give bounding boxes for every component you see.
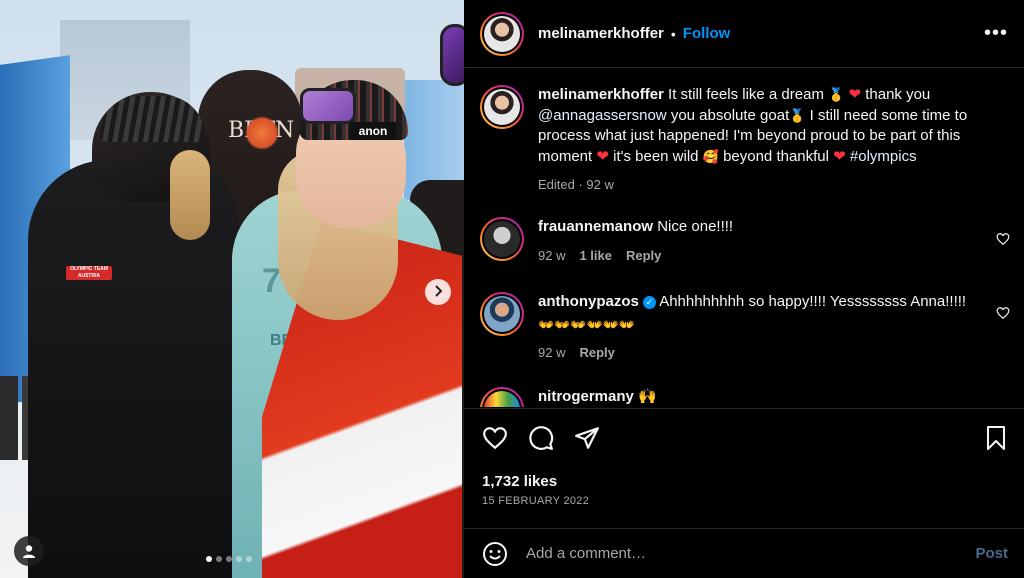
carousel-dot — [216, 556, 222, 562]
verified-badge-icon: ✓ — [642, 296, 656, 309]
caption-avatar[interactable] — [480, 85, 524, 129]
comment-time: 92 w — [538, 345, 566, 360]
heart-emoji: ❤ — [833, 147, 846, 165]
caption: melinamerkhoffer It still feels like a d… — [480, 85, 988, 196]
caption-part: thank you — [865, 86, 931, 103]
comment-emoji-line: 👐👐👐👐👐👐 — [538, 316, 636, 332]
post-actions: 1,732 likes 15 FEBRUARY 2022 — [464, 408, 1024, 530]
goggle-brand: anon — [350, 122, 396, 140]
mention-link[interactable]: @annagassersnow — [538, 107, 667, 124]
chevron-right-icon — [435, 285, 443, 297]
post-photo[interactable]: BRTN OLYMPIC TEAM AUSTRIA 7 BEIJING 2022… — [0, 0, 464, 578]
commenter-avatar[interactable] — [480, 292, 524, 336]
more-options-icon[interactable]: ••• — [984, 22, 1008, 45]
caption-part: it's been wild — [613, 147, 699, 165]
carousel-dot — [206, 556, 212, 562]
commenter-username[interactable]: anthonypazos — [538, 293, 639, 310]
commenter-avatar[interactable] — [480, 387, 524, 407]
comment-text: nitrogermany 🙌 — [538, 387, 988, 407]
comment-likes[interactable]: 1 like — [579, 246, 612, 267]
author-avatar[interactable] — [480, 11, 524, 56]
comment-text: frauannemanow Nice one!!!! 92 w 1 like R… — [538, 217, 988, 266]
carousel-indicator — [206, 556, 252, 562]
comment-text: anthonypazos ✓ Ahhhhhhhhh so happy!!!! Ye… — [538, 292, 988, 364]
carousel-dot — [236, 556, 242, 562]
commenter-username[interactable]: frauannemanow — [538, 218, 653, 235]
caption-time: Edited · 92 w — [538, 177, 614, 192]
comment-item: frauannemanow Nice one!!!! 92 w 1 like R… — [480, 217, 988, 266]
caption-username[interactable]: melinamerkhoffer — [538, 86, 664, 103]
add-comment-bar: Post — [464, 528, 1024, 578]
carousel-dot — [226, 556, 232, 562]
post-header: melinamerkhoffer • Follow ••• — [464, 0, 1024, 68]
separator-dot: • — [670, 25, 676, 42]
comment-item: anthonypazos ✓ Ahhhhhhhhh so happy!!!! Ye… — [480, 292, 988, 364]
emoji-picker-icon[interactable] — [482, 541, 508, 567]
comment-bubble-icon[interactable] — [528, 425, 554, 451]
caption-meta: Edited · 92 w — [538, 175, 988, 196]
team-badge: OLYMPIC TEAM AUSTRIA — [66, 266, 112, 280]
author-username[interactable]: melinamerkhoffer — [538, 25, 664, 42]
snowboard-rose — [245, 116, 279, 150]
comment-body: Ahhhhhhhhh so happy!!!! Yessssssss Anna!… — [659, 293, 967, 310]
goggles-edge — [440, 24, 464, 86]
comment-time: 92 w — [538, 247, 566, 263]
medal-emoji: 🥇 — [789, 107, 806, 123]
heart-eyes-emoji: 🥰 — [702, 148, 719, 164]
comment-input[interactable] — [526, 545, 976, 562]
comment-body: 🙌 — [638, 388, 657, 405]
caption-text: melinamerkhoffer It still feels like a d… — [538, 85, 988, 196]
post-comment-button[interactable]: Post — [975, 545, 1008, 562]
comment-meta: 92 w Reply — [538, 343, 988, 364]
carousel-next-button[interactable] — [425, 279, 451, 305]
likes-count[interactable]: 1,732 likes — [482, 473, 557, 490]
like-heart-icon[interactable] — [482, 425, 508, 451]
commenter-avatar[interactable] — [480, 217, 524, 261]
caption-part: beyond thankful — [723, 147, 829, 165]
hashtag-link[interactable]: #olympics — [850, 148, 917, 165]
share-paper-plane-icon[interactable] — [574, 425, 600, 451]
action-bar — [480, 425, 1010, 453]
post-sidebar: melinamerkhoffer • Follow ••• melinamerk… — [464, 0, 1024, 578]
reply-button[interactable]: Reply — [579, 343, 614, 364]
person-left-hair — [170, 150, 210, 240]
commenter-username[interactable]: nitrogermany — [538, 388, 634, 405]
medal-emoji: 🥇 — [828, 87, 845, 102]
person-left-beanie — [100, 96, 204, 142]
save-bookmark-icon[interactable] — [984, 425, 1008, 451]
tagged-users-button[interactable] — [14, 536, 44, 566]
comment-item: nitrogermany 🙌 — [480, 387, 988, 407]
carousel-dot — [246, 556, 252, 562]
comment-body: Nice one!!!! — [657, 218, 734, 235]
heart-emoji: ❤ — [596, 147, 609, 165]
caption-part: you absolute goat — [670, 106, 790, 124]
post-date: 15 FEBRUARY 2022 — [482, 495, 590, 507]
caption-part: It still feels like a dream — [668, 86, 824, 103]
follow-button[interactable]: Follow — [683, 25, 731, 42]
heart-emoji: ❤ — [848, 86, 862, 103]
goggles — [300, 88, 356, 124]
user-icon — [23, 545, 35, 558]
comment-meta: 92 w 1 like Reply — [538, 246, 988, 267]
like-comment-heart-icon[interactable] — [996, 232, 1010, 246]
comments-list[interactable]: melinamerkhoffer It still feels like a d… — [464, 69, 1024, 407]
like-comment-heart-icon[interactable] — [996, 306, 1010, 320]
reply-button[interactable]: Reply — [626, 246, 661, 267]
